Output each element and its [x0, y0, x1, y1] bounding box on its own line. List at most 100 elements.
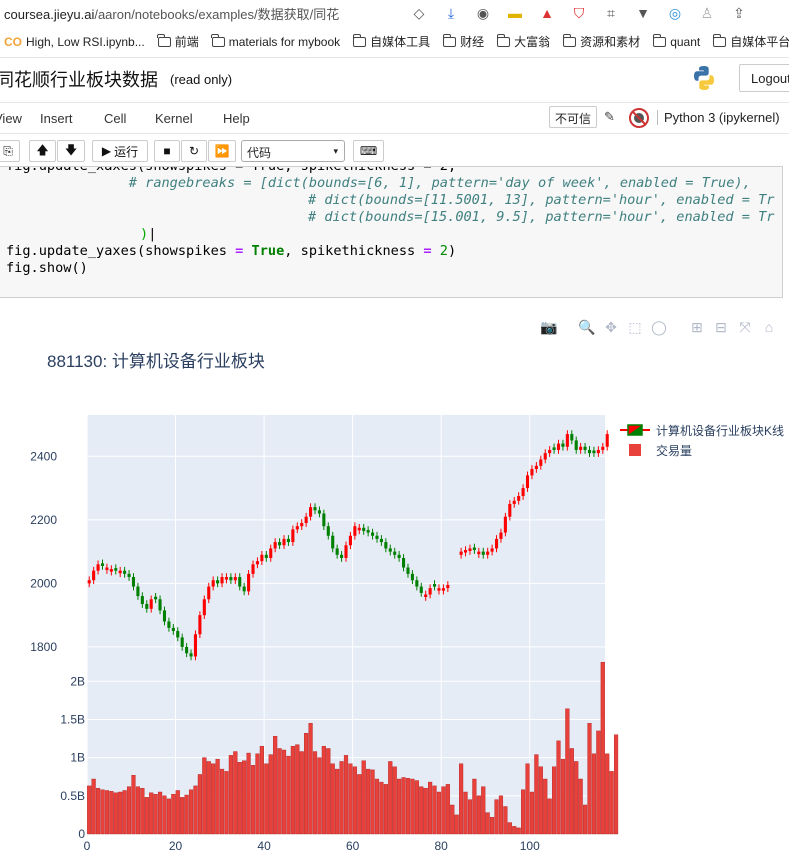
candle-body — [490, 548, 494, 552]
menu-insert[interactable]: Insert — [40, 111, 73, 126]
volume-bar — [374, 778, 380, 835]
ring-icon[interactable]: ◎ — [666, 4, 684, 22]
candle-body — [145, 604, 149, 609]
pan-icon[interactable]: ✥ — [602, 318, 620, 336]
volume-bar — [419, 786, 424, 835]
candle-body — [233, 577, 237, 581]
trust-button[interactable]: 不可信 — [549, 106, 598, 128]
move-up-button[interactable]: 🡅 — [29, 140, 56, 162]
home-icon[interactable]: ⌂ — [760, 318, 778, 336]
copy-icon: ⎘ — [3, 143, 13, 158]
volume-bar — [109, 791, 114, 835]
candle-body — [424, 594, 428, 598]
bookmark-folder-media-platform[interactable]: 自媒体平台 — [712, 33, 789, 50]
bookmark-folder-quant[interactable]: quant — [652, 33, 700, 49]
keyboard-icon: ⌨ — [359, 144, 378, 158]
folder-icon — [652, 33, 667, 47]
candlestick-volume-chart[interactable]: 0 20 40 60 80 100 1800 2000 2200 2400 0 0.5B 1B 1.5B 2… — [0, 400, 789, 853]
candle-body — [521, 488, 525, 497]
bookmark-folder-frontend[interactable]: 前端 — [157, 33, 199, 50]
autoscale-icon[interactable]: ⤧ — [736, 318, 754, 336]
candle-body — [415, 580, 419, 587]
volume-bar — [304, 733, 309, 835]
volume-bar — [268, 754, 273, 835]
menu-kernel[interactable]: Kernel — [155, 111, 193, 126]
code-line: # dict(bounds=[15.001, 9.5], pattern='ho… — [308, 209, 775, 225]
restart-run-all-button[interactable]: ⏩ — [208, 140, 236, 162]
pocket-icon[interactable]: ◇ — [410, 4, 428, 22]
volume-bar — [481, 786, 486, 835]
shield-icon[interactable]: ⛉ — [570, 4, 588, 22]
candle-body — [202, 599, 206, 616]
lasso-icon[interactable]: ◯ — [650, 318, 668, 336]
candle-body — [313, 507, 317, 511]
code-line: # rangebreaks = [dict(bounds=[6, 1], pat… — [128, 175, 751, 191]
crop-icon[interactable]: ⌗ — [602, 4, 620, 22]
move-down-button[interactable]: 🡇 — [57, 140, 85, 162]
candle-body — [481, 551, 485, 555]
candle-body — [105, 567, 109, 571]
volume-bar — [211, 763, 216, 835]
ghost-icon[interactable]: ♙ — [698, 4, 716, 22]
stop-button[interactable]: ■ — [154, 140, 180, 162]
menu-help[interactable]: Help — [223, 111, 250, 126]
code-line: )| — [140, 226, 157, 242]
volume-bar — [494, 799, 499, 835]
bookmark-folder-monopoly[interactable]: 大富翁 — [496, 33, 550, 50]
cell-type-select[interactable]: 代码 ▾ — [241, 140, 345, 162]
candle-body — [441, 588, 445, 591]
volume-bar — [472, 778, 477, 835]
candle-body — [393, 551, 397, 555]
command-palette-button[interactable]: ⌨ — [353, 140, 384, 162]
candle-body — [326, 526, 330, 536]
download-icon[interactable]: ⤓ — [442, 4, 460, 22]
bookmark-folder-media-tools[interactable]: 自媒体工具 — [352, 33, 430, 50]
box-select-icon[interactable]: ⬚ — [626, 318, 644, 336]
kernel-name[interactable]: Python 3 (ipykernel) — [657, 110, 780, 125]
logout-button[interactable]: Logout — [739, 64, 789, 92]
extension-icon[interactable]: ◉ — [474, 4, 492, 22]
arrow-up-icon: 🡅 — [36, 142, 49, 157]
zoom-icon[interactable]: 🔍 — [578, 318, 596, 336]
extension-red-icon[interactable]: ▲ — [538, 4, 556, 22]
legend-item-volume[interactable]: 交易量 — [620, 440, 784, 460]
run-button[interactable]: ▶ 运行 — [92, 140, 148, 162]
zoom-in-icon[interactable]: ⊞ — [688, 318, 706, 336]
vue-icon[interactable]: ▼ — [634, 4, 652, 22]
notebook-title[interactable]: 同花顺行业板块数据 — [0, 66, 158, 92]
code-cell[interactable]: fig.update_xaxes(showspikes = True, spik… — [0, 166, 783, 298]
kernel-status-icon — [629, 108, 649, 128]
bookmark-folder-resources[interactable]: 资源和素材 — [562, 33, 640, 50]
volume-bar — [569, 748, 574, 835]
volume-bar — [609, 771, 614, 835]
bookmark-colab[interactable]: CO High, Low RSI.ipynb... — [4, 35, 145, 49]
menu-view[interactable]: View — [0, 111, 22, 126]
note-icon[interactable]: ▬ — [506, 4, 524, 22]
menu-cell[interactable]: Cell — [104, 111, 126, 126]
candle-body — [459, 551, 463, 555]
copy-button[interactable]: ⎘ — [0, 140, 20, 162]
candle-body — [472, 547, 476, 551]
zoom-out-icon[interactable]: ⊟ — [712, 318, 730, 336]
candle-body — [167, 621, 171, 628]
bookmark-folder-materials[interactable]: materials for mybook — [211, 33, 340, 49]
candle-body — [388, 548, 392, 552]
volume-bar — [330, 763, 335, 835]
share-icon[interactable]: ⇪ — [730, 4, 748, 22]
volume-bar — [246, 752, 251, 835]
restart-button[interactable]: ↻ — [181, 140, 207, 162]
volume-bar — [348, 763, 353, 835]
pencil-icon[interactable]: ✎ — [604, 109, 615, 125]
camera-icon[interactable]: 📷 — [540, 318, 558, 336]
volume-bar — [436, 791, 442, 835]
legend-item-kline[interactable]: 计算机设备行业板块K线 — [620, 420, 784, 440]
url-text[interactable]: coursea.jieyu.ai/aaron/notebooks/example… — [0, 4, 390, 23]
volume-bar — [202, 757, 207, 835]
candle-body — [344, 545, 348, 558]
volume-bar — [498, 795, 504, 835]
volume-bar — [383, 784, 388, 835]
y-tick-label: 2400 — [30, 449, 57, 463]
volume-bar — [290, 745, 295, 835]
bookmark-folder-finance[interactable]: 财经 — [442, 33, 484, 50]
browser-url-bar[interactable]: coursea.jieyu.ai/aaron/notebooks/example… — [0, 0, 789, 26]
